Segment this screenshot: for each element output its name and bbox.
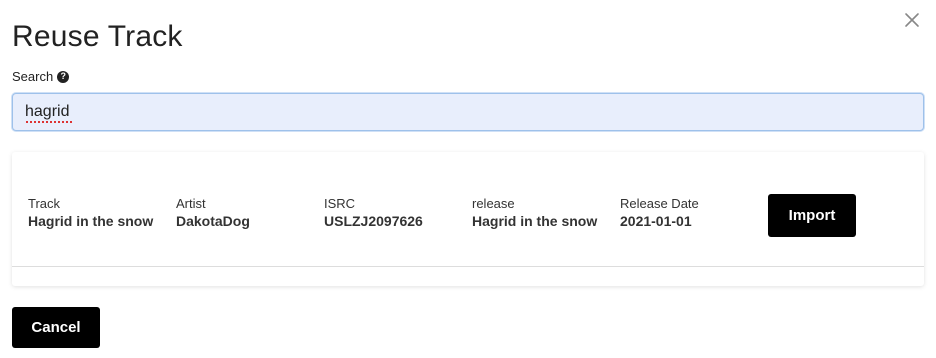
spellcheck-underline — [26, 121, 72, 123]
close-icon — [905, 13, 919, 27]
track-column: Track Hagrid in the snow — [28, 196, 153, 230]
artist-column: Artist DakotaDog — [176, 196, 250, 230]
cancel-button[interactable]: Cancel — [12, 307, 100, 348]
release-label: release — [472, 196, 515, 211]
release-date-label: Release Date — [620, 196, 699, 211]
help-icon[interactable]: ? — [57, 70, 70, 83]
isrc-label: ISRC — [324, 196, 356, 211]
search-input[interactable] — [12, 93, 924, 131]
dialog-title: Reuse Track — [12, 20, 183, 53]
artist-label: Artist — [176, 196, 206, 211]
result-row: Track Hagrid in the snow Artist DakotaDo… — [12, 152, 924, 267]
track-label: Track — [28, 196, 61, 211]
release-column: release Hagrid in the snow — [472, 196, 597, 230]
release-date-value: 2021-01-01 — [620, 213, 692, 229]
results-card: Track Hagrid in the snow Artist DakotaDo… — [12, 152, 924, 286]
track-value: Hagrid in the snow — [28, 213, 154, 229]
isrc-column: ISRC USLZJ2097626 — [324, 196, 423, 230]
import-button[interactable]: Import — [768, 194, 856, 237]
search-label: Search — [12, 69, 54, 84]
close-button[interactable] — [898, 6, 926, 34]
isrc-value: USLZJ2097626 — [324, 213, 423, 229]
search-label-group: Search ? — [12, 69, 70, 84]
artist-value: DakotaDog — [176, 213, 250, 229]
reuse-track-dialog: Reuse Track Search ? Track Hagrid in the… — [0, 0, 936, 358]
release-date-column: Release Date 2021-01-01 — [620, 196, 699, 230]
release-value: Hagrid in the snow — [472, 213, 598, 229]
